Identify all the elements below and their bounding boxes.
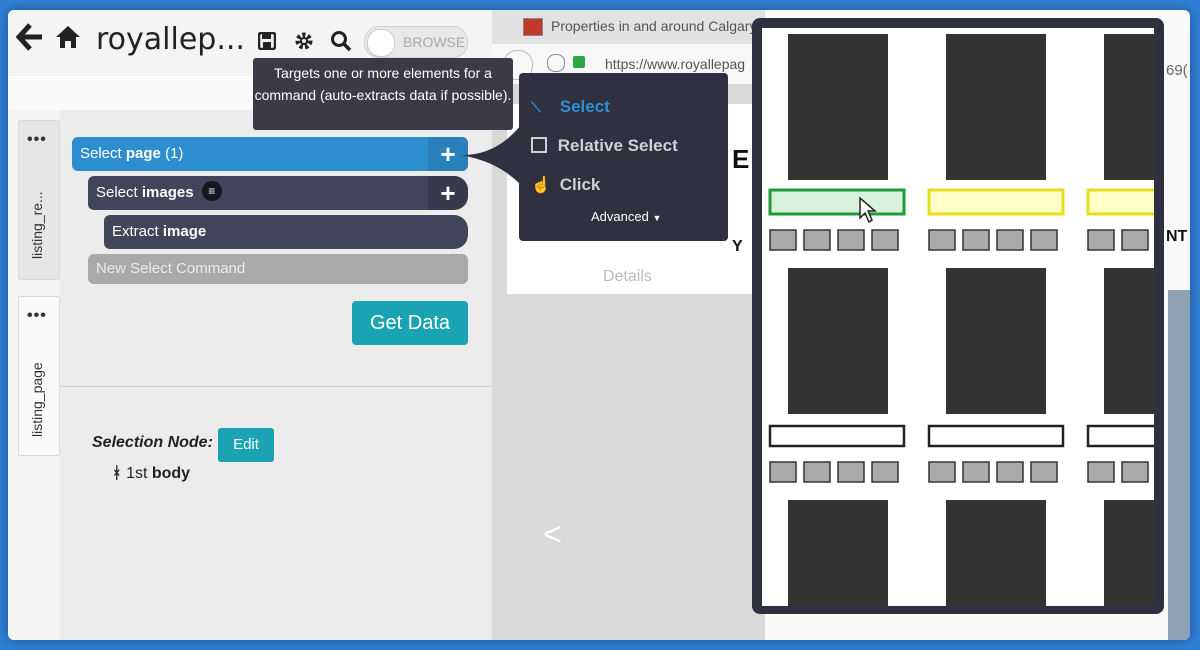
save-icon[interactable] [257, 31, 277, 55]
advanced-toggle[interactable]: Advanced ▼ [591, 209, 661, 224]
dropdown-pointer [461, 125, 521, 185]
browse-toggle[interactable]: BROWSE [364, 26, 468, 58]
listing-image [788, 34, 888, 180]
list-icon[interactable]: ≡ [201, 181, 222, 202]
more-dots-icon[interactable]: ••• [27, 307, 47, 325]
edit-button[interactable]: Edit [218, 428, 274, 462]
listing-image [788, 268, 888, 414]
command-panel: Select page (1) + Select images ≡ + Extr… [60, 110, 492, 640]
menu-item-label: Relative Select [557, 136, 678, 155]
illustration-canvas [762, 28, 1154, 606]
sidebar-tab-label: listing_re... [29, 191, 45, 259]
pointer-hand-icon: ☝ [531, 177, 551, 194]
url-text[interactable]: https://www.royallepag [605, 56, 745, 72]
sidebar-tab-label: listing_page [29, 362, 45, 437]
wand-icon: ⟍ [531, 99, 541, 115]
listing-bar [1086, 424, 1154, 448]
command-select-images[interactable]: Select images ≡ + [88, 176, 468, 210]
menu-item-label: Select [559, 97, 610, 116]
node-ordinal: 1st [126, 465, 148, 482]
back-arrow-icon[interactable] [15, 22, 44, 57]
letter-e-fragment: E [732, 144, 750, 174]
command-count: (1) [165, 145, 184, 162]
selection-node-value: ᚼ 1st body [112, 465, 190, 483]
listing-bar [927, 424, 1065, 448]
toggle-knob [367, 29, 395, 57]
command-verb: Select [96, 184, 138, 201]
command-select-page[interactable]: Select page (1) + [72, 137, 468, 171]
nav-nt-fragment: NT [1166, 228, 1188, 245]
details-fragment: Details [603, 268, 652, 285]
advanced-label: Advanced [591, 209, 649, 224]
gear-icon[interactable] [294, 31, 314, 56]
command-extract-image[interactable]: Extract image [104, 215, 468, 249]
menu-item-click[interactable]: ☝ Click [531, 175, 600, 195]
menu-item-label: Click [559, 175, 601, 194]
lock-icon [573, 56, 585, 68]
listing-bar [768, 424, 906, 448]
search-icon[interactable] [330, 30, 352, 57]
webpage-photo-strip [1168, 290, 1190, 640]
command-verb: Select [80, 145, 122, 162]
illustration-svg [768, 34, 1154, 606]
relative-select-icon [531, 137, 547, 153]
listing-image [946, 34, 1046, 180]
more-dots-icon[interactable]: ••• [27, 131, 47, 149]
carousel-prev-icon[interactable]: < [543, 516, 562, 553]
sidebar-tab-listing-re[interactable]: ••• listing_re... [18, 120, 60, 280]
menu-item-select[interactable]: ⟍ Select [531, 97, 610, 117]
divider [60, 386, 492, 387]
command-target: images [141, 184, 194, 201]
caret-down-icon: ▼ [652, 213, 662, 223]
command-target: page [125, 145, 161, 162]
app-title: royallep... [96, 22, 245, 57]
listing-image [946, 268, 1046, 414]
command-target: image [162, 223, 207, 240]
new-select-placeholder: New Select Command [96, 260, 246, 277]
menu-item-relative-select[interactable]: Relative Select [531, 136, 678, 156]
highlighted-bar-selected [768, 188, 906, 216]
selection-illustration [752, 18, 1164, 614]
home-icon[interactable] [54, 24, 82, 55]
left-panel: ••• listing_re... ••• listing_page Selec… [8, 110, 492, 640]
browse-toggle-label: BROWSE [403, 34, 466, 50]
highlighted-bar-match [1086, 188, 1154, 216]
command-tooltip: Targets one or more elements for a comma… [253, 58, 513, 130]
url-tail-fragment: 69( [1166, 62, 1188, 79]
nav-y-fragment: Y [732, 238, 743, 255]
command-type-menu: ⟍ Select Relative Select ☝ Click Advance… [461, 73, 728, 241]
highlighted-bar-match [927, 188, 1065, 216]
get-data-button[interactable]: Get Data [352, 301, 468, 345]
listing-image [946, 500, 1046, 606]
listing-image [788, 500, 888, 606]
branch-icon: ᚼ [112, 465, 122, 482]
listing-image [1104, 268, 1154, 414]
app-window: Properties in and around Calgary, https:… [8, 10, 1190, 640]
listing-image [1104, 34, 1154, 180]
new-select-command-input[interactable]: New Select Command [88, 254, 468, 284]
browser-tab-bar: Properties in and around Calgary, [485, 10, 765, 44]
node-tag: body [151, 465, 191, 482]
info-icon [547, 54, 565, 72]
listing-image [1104, 500, 1154, 606]
selection-node-label: Selection Node: [92, 434, 213, 451]
command-verb: Extract [112, 223, 159, 240]
site-favicon-icon [523, 18, 543, 36]
sidebar-tab-listing-page[interactable]: ••• listing_page [18, 296, 60, 456]
browser-tab-title[interactable]: Properties in and around Calgary, [551, 18, 759, 34]
